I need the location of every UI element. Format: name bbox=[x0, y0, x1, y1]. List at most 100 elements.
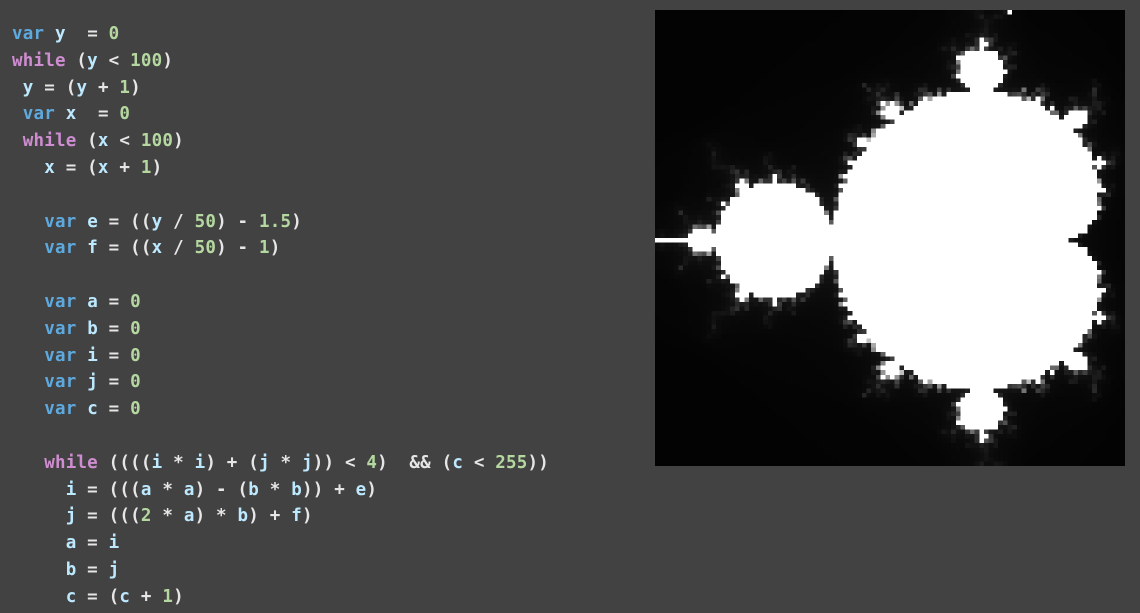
code-token-identifier: y bbox=[151, 211, 163, 232]
code-token-number: 50 bbox=[194, 211, 217, 232]
code-token-number: 1 bbox=[119, 77, 131, 98]
code-token-identifier: x bbox=[97, 131, 109, 152]
code-token-identifier: j bbox=[65, 506, 77, 527]
code-token-operator bbox=[12, 399, 44, 419]
code-token-operator bbox=[12, 480, 66, 500]
code-line: c = (c + 1) bbox=[12, 584, 549, 611]
code-token-identifier: y bbox=[87, 50, 98, 71]
code-token-operator: ) - bbox=[216, 211, 260, 232]
code-token-operator bbox=[12, 238, 44, 258]
code-token-identifier: i bbox=[151, 452, 163, 473]
code-token-number: 50 bbox=[194, 238, 217, 259]
code-token-number: 0 bbox=[130, 318, 141, 339]
code-token-number: 0 bbox=[130, 399, 141, 420]
code-token-number: 1.5 bbox=[259, 211, 292, 232]
code-token-operator bbox=[44, 24, 55, 44]
code-token-operator bbox=[12, 292, 44, 312]
code-line: var y = 0 bbox=[12, 21, 549, 48]
code-token-operator: < bbox=[108, 131, 141, 152]
code-line: while (y < 100) bbox=[12, 48, 549, 75]
code-token-identifier: e bbox=[87, 211, 98, 232]
mandelbrot-canvas bbox=[655, 10, 1125, 466]
code-token-operator: )) + bbox=[301, 479, 356, 500]
code-token-operator: + bbox=[130, 586, 163, 607]
code-line: j = (((2 * a) * b) + f) bbox=[12, 503, 549, 530]
code-token-operator bbox=[76, 319, 87, 339]
code-token-identifier: i bbox=[194, 452, 206, 473]
code-token-identifier: i bbox=[108, 533, 120, 554]
code-token-identifier: f bbox=[291, 506, 302, 527]
code-token-number: 100 bbox=[140, 131, 174, 152]
code-token-keyword-var: var bbox=[44, 318, 77, 339]
code-token-operator: = ((( bbox=[76, 479, 141, 500]
code-token-operator bbox=[76, 346, 87, 366]
code-line: i = (((a * a) - (b * b)) + e) bbox=[12, 477, 549, 504]
mandelbrot-render bbox=[655, 10, 1125, 466]
code-token-identifier: a bbox=[140, 479, 152, 500]
code-token-operator: ) bbox=[173, 586, 184, 607]
code-token-identifier: y bbox=[22, 77, 34, 98]
code-token-operator: = (( bbox=[97, 238, 152, 259]
code-token-operator: ) bbox=[130, 77, 141, 98]
code-token-operator bbox=[12, 453, 44, 473]
code-token-operator bbox=[12, 560, 66, 580]
code-token-operator: < bbox=[97, 50, 131, 71]
code-token-operator: = ( bbox=[76, 586, 120, 607]
code-token-operator: < bbox=[463, 452, 496, 473]
code-token-operator: = bbox=[76, 533, 109, 554]
code-token-operator: )) bbox=[527, 452, 549, 473]
code-token-operator: = (( bbox=[97, 211, 152, 232]
code-token-identifier: j bbox=[301, 452, 313, 473]
code-line: b = j bbox=[12, 557, 549, 584]
code-line: var e = ((y / 50) - 1.5) bbox=[12, 209, 549, 236]
code-token-operator: ) bbox=[269, 238, 281, 259]
code-token-operator: ) bbox=[173, 131, 184, 152]
code-token-identifier: e bbox=[355, 479, 367, 500]
code-token-keyword-var: var bbox=[44, 399, 77, 420]
code-token-operator: * bbox=[162, 452, 195, 473]
code-token-identifier: y bbox=[76, 77, 88, 98]
code-token-operator: ) && ( bbox=[377, 452, 453, 473]
code-token-operator: ) bbox=[291, 211, 302, 232]
code-token-operator: * bbox=[151, 479, 184, 500]
code-line: var x = 0 bbox=[12, 101, 549, 128]
code-token-operator bbox=[76, 399, 87, 419]
code-token-number: 0 bbox=[119, 104, 131, 125]
code-token-identifier: i bbox=[87, 345, 98, 366]
code-token-operator bbox=[12, 587, 66, 607]
code-token-identifier: b bbox=[87, 318, 98, 339]
code-token-identifier: x bbox=[97, 157, 109, 178]
code-token-keyword-var: var bbox=[12, 24, 45, 44]
code-token-identifier: b bbox=[237, 506, 249, 527]
code-token-identifier: c bbox=[65, 586, 77, 607]
code-token-number: 2 bbox=[140, 506, 152, 527]
code-token-operator bbox=[12, 131, 23, 151]
code-token-identifier: i bbox=[65, 479, 77, 500]
code-token-operator bbox=[12, 78, 23, 98]
code-line: var b = 0 bbox=[12, 316, 549, 343]
code-token-identifier: c bbox=[119, 586, 131, 607]
code-token-operator: = bbox=[97, 399, 131, 420]
code-token-operator bbox=[12, 104, 23, 124]
code-token-operator: ) bbox=[301, 506, 313, 527]
code-token-identifier: b bbox=[248, 479, 260, 500]
code-token-keyword-var: var bbox=[44, 238, 77, 259]
code-token-identifier: c bbox=[452, 452, 464, 473]
code-token-identifier: f bbox=[87, 238, 98, 259]
code-token-operator: ) * bbox=[194, 506, 238, 527]
code-token-number: 0 bbox=[130, 291, 141, 312]
code-token-operator: ) bbox=[151, 157, 163, 178]
code-token-operator: ) + ( bbox=[205, 452, 260, 473]
code-token-operator bbox=[12, 506, 66, 526]
code-token-number: 1 bbox=[162, 586, 174, 607]
code-token-operator: ((( bbox=[97, 452, 141, 473]
code-token-identifier: x bbox=[151, 238, 163, 259]
code-line: var j = 0 bbox=[12, 369, 549, 396]
code-token-operator: = bbox=[76, 559, 109, 580]
code-token-identifier: a bbox=[183, 479, 195, 500]
code-token-operator: = bbox=[65, 24, 109, 44]
code-token-number: 0 bbox=[108, 24, 120, 44]
code-token-identifier: c bbox=[87, 399, 98, 420]
